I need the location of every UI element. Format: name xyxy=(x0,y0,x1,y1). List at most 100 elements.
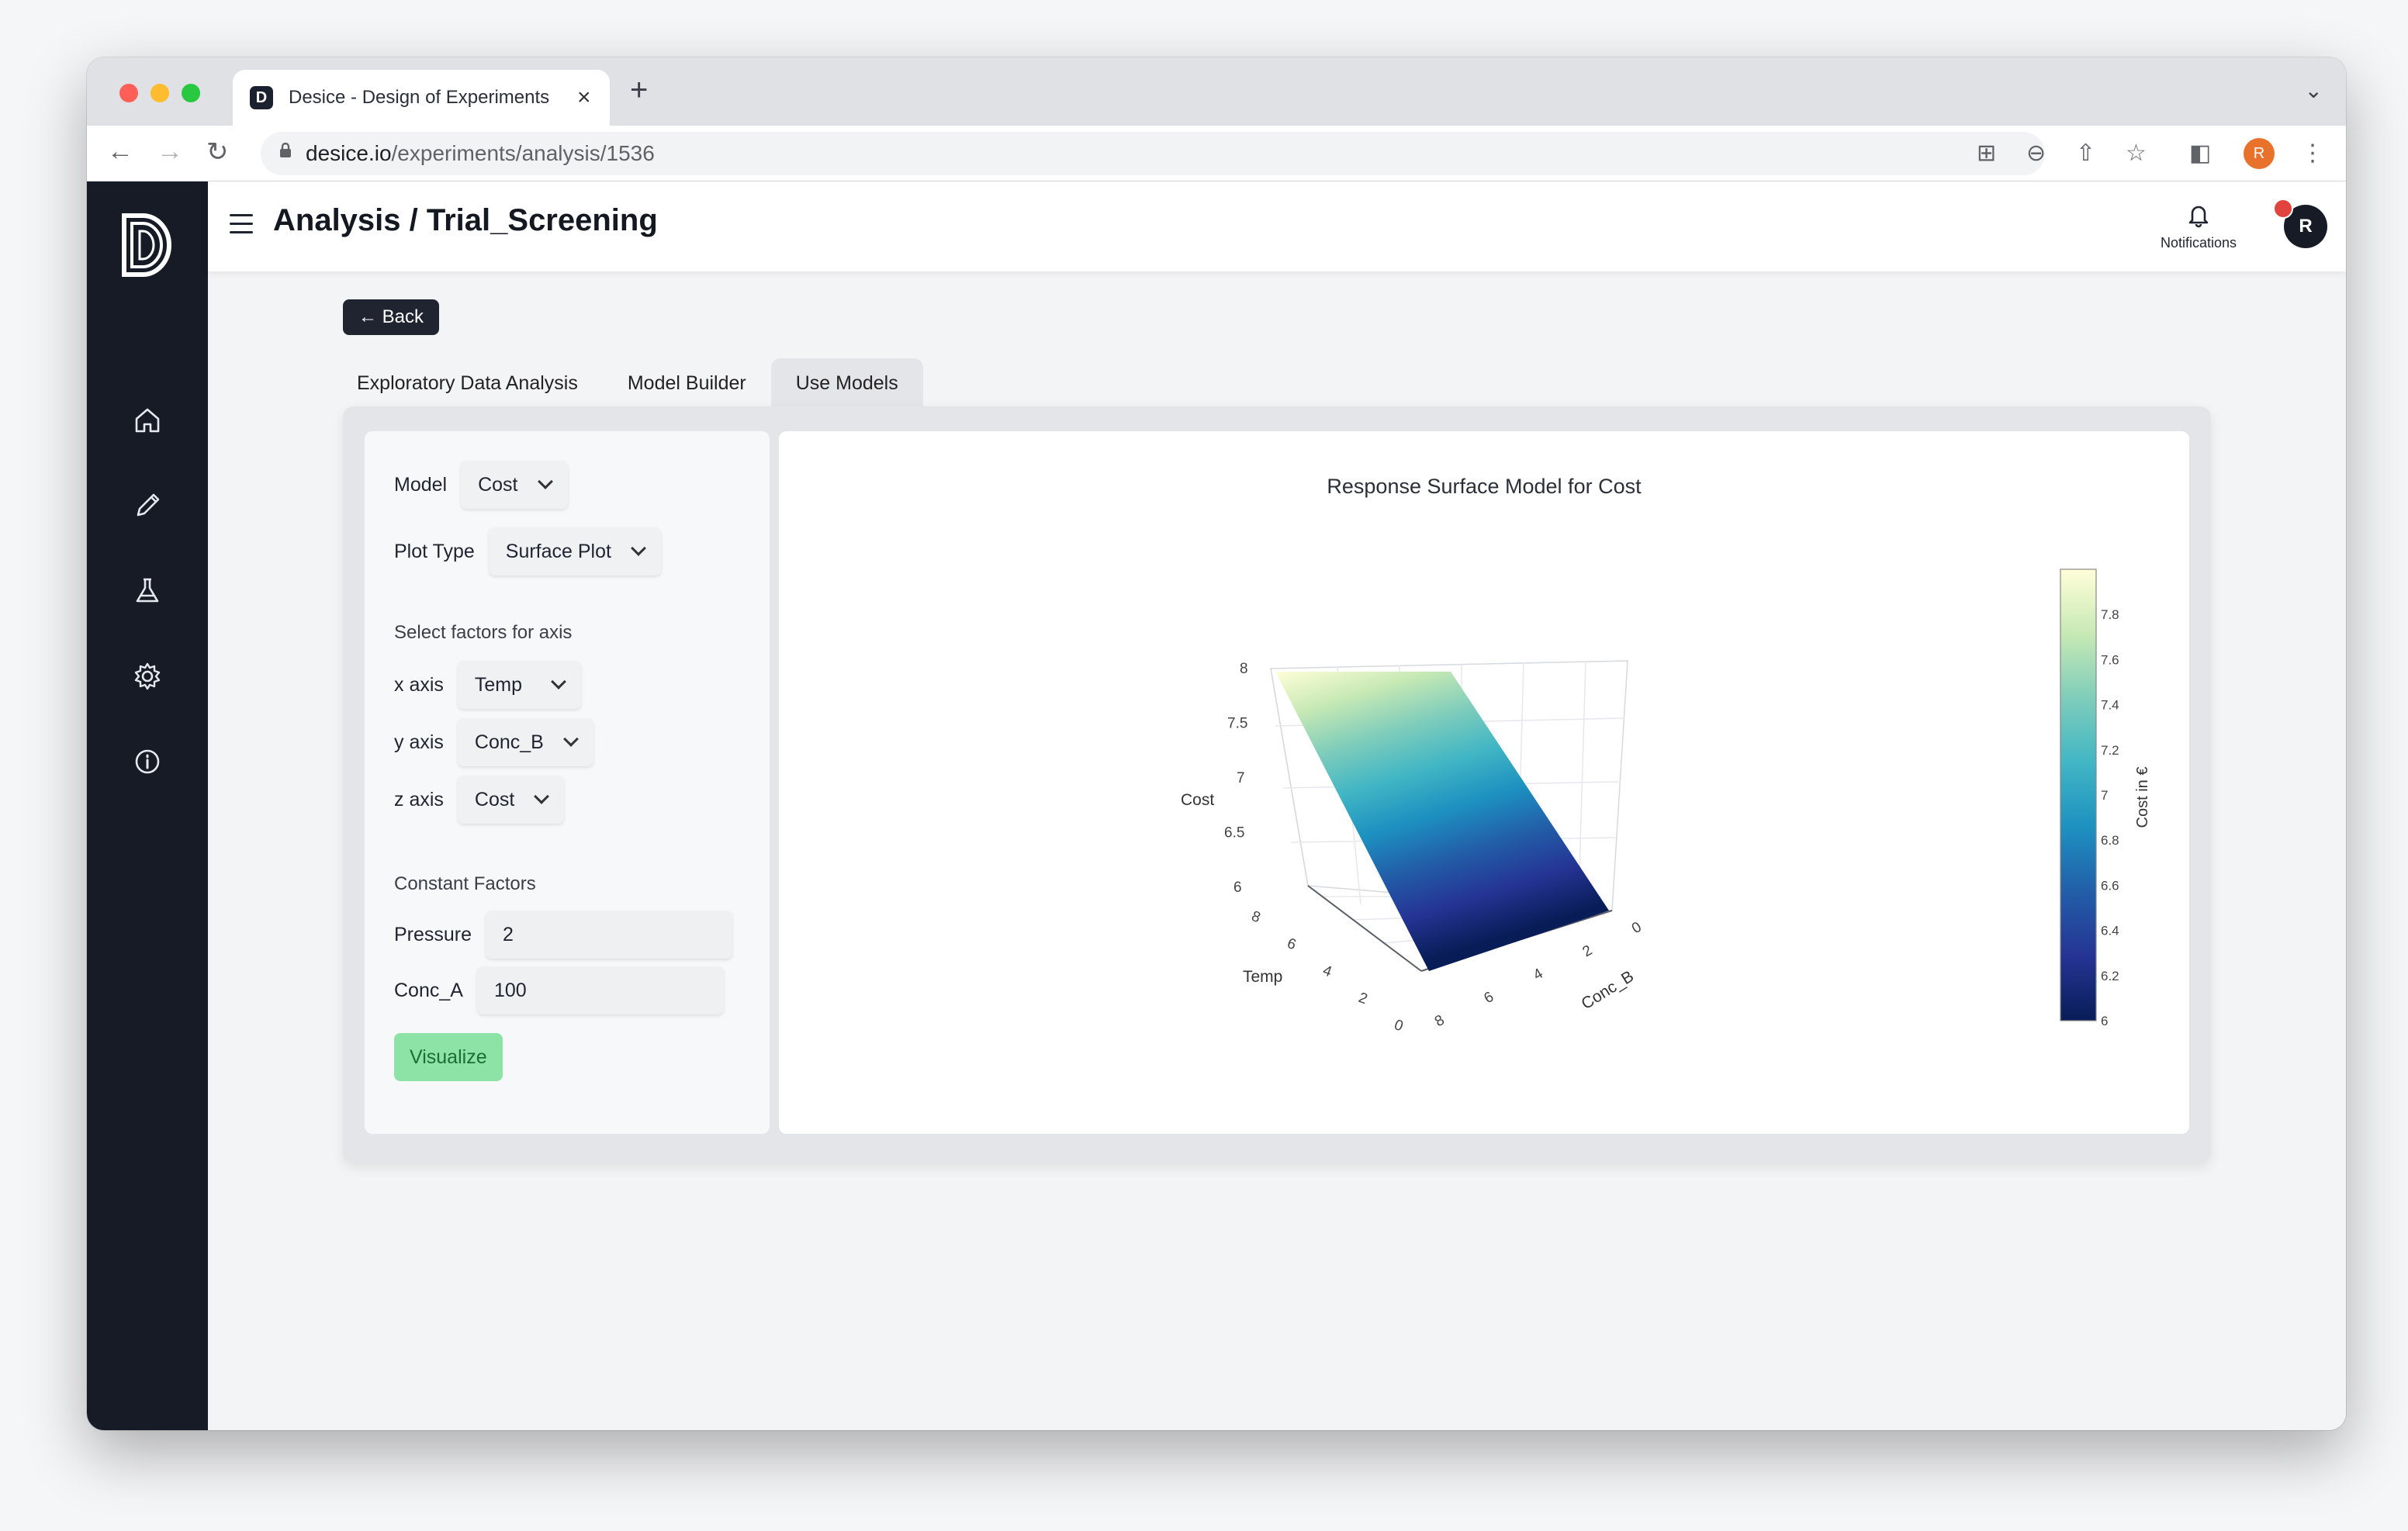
colorbar-tick-labels: 6 6.2 6.4 6.6 6.8 7 7.2 7.4 7.6 7.8 xyxy=(2101,607,2119,1028)
browser-tab-strip: D Desice - Design of Experiments × + ⌄ xyxy=(87,57,2346,126)
bookmark-star-icon[interactable]: ☆ xyxy=(2126,140,2147,167)
colorbar-tick-label: 6.2 xyxy=(2101,969,2119,983)
colorbar-tick-label: 6.8 xyxy=(2101,833,2119,848)
favicon-icon: D xyxy=(250,86,273,109)
constant-factors-label: Constant Factors xyxy=(394,873,536,894)
x-tick-label: 2 xyxy=(1356,990,1369,1007)
tab-use-models[interactable]: Use Models xyxy=(770,358,923,408)
surface-plot[interactable]: 66.577.580246802468 Cost Temp Conc_B 66.… xyxy=(779,431,2189,1134)
z-axis-select[interactable]: Cost xyxy=(457,776,565,824)
x-axis-label: x axis xyxy=(394,673,444,696)
z-axis-label: z axis xyxy=(394,788,444,810)
visualize-button[interactable]: Visualize xyxy=(394,1033,503,1081)
tab-search-chevron-icon[interactable]: ⌄ xyxy=(2305,78,2323,103)
plot-type-select-value: Surface Plot xyxy=(505,540,611,562)
sidebar xyxy=(87,181,208,1430)
browser-tab-title: Desice - Design of Experiments xyxy=(289,87,550,108)
colorbar-tick-label: 6.6 xyxy=(2101,878,2119,893)
x-tick-label: 8 xyxy=(1249,908,1262,926)
share-icon[interactable]: ⇧ xyxy=(2076,140,2095,167)
colorbar xyxy=(2060,569,2097,1021)
y-axis-label: y axis xyxy=(394,731,444,753)
plot-type-label: Plot Type xyxy=(394,540,475,562)
tab-model-builder[interactable]: Model Builder xyxy=(603,358,771,408)
chevron-down-icon xyxy=(551,674,566,689)
z-tick-label: 6.5 xyxy=(1224,825,1244,842)
colorbar-tick-label: 7.6 xyxy=(2101,652,2119,667)
tab-exploratory-data-analysis[interactable]: Exploratory Data Analysis xyxy=(332,358,603,408)
sidebar-panel-icon[interactable]: ◧ xyxy=(2189,140,2211,167)
chevron-down-icon xyxy=(534,789,550,804)
y-tick-label: 0 xyxy=(1629,919,1645,937)
page-title: Analysis / Trial_Screening xyxy=(273,203,658,237)
y-tick-label: 8 xyxy=(1432,1012,1448,1030)
app-area: Analysis / Trial_Screening Notifications… xyxy=(87,181,2346,1430)
y-tick-label: 6 xyxy=(1482,989,1497,1007)
new-tab-icon[interactable]: + xyxy=(630,73,648,108)
z-axis-select-value: Cost xyxy=(474,788,515,810)
use-models-panel: Model Cost Plot Type Surface Plot Select… xyxy=(343,406,2211,1163)
zoom-icon[interactable]: ⊖ xyxy=(2026,140,2046,167)
maximize-window-button[interactable] xyxy=(182,84,200,102)
lock-icon xyxy=(280,143,291,157)
chevron-down-icon xyxy=(537,474,553,489)
avatar-status-badge xyxy=(2273,199,2293,219)
x-axis-select[interactable]: Temp xyxy=(457,661,582,709)
colorbar-title: Cost in € xyxy=(2134,767,2151,828)
minimize-window-button[interactable] xyxy=(150,84,169,102)
pencil-icon[interactable] xyxy=(130,489,164,523)
desice-logo[interactable] xyxy=(119,213,175,278)
x-tick-label: 4 xyxy=(1320,962,1334,980)
gear-icon[interactable] xyxy=(130,659,164,693)
model-select-value: Cost xyxy=(478,473,518,496)
forward-arrow-icon[interactable]: → xyxy=(157,137,183,167)
home-icon[interactable] xyxy=(130,403,164,437)
colorbar-tick-label: 7.2 xyxy=(2101,743,2119,758)
main-content: Analysis / Trial_Screening Notifications… xyxy=(208,181,2346,1430)
app-header: Analysis / Trial_Screening Notifications… xyxy=(208,181,2346,271)
colorbar-tick-label: 7.4 xyxy=(2101,698,2119,713)
info-icon[interactable] xyxy=(130,745,164,779)
controls-panel: Model Cost Plot Type Surface Plot Select… xyxy=(365,431,770,1134)
url-path: /experiments/analysis/1536 xyxy=(391,141,655,165)
browser-profile-avatar[interactable]: R xyxy=(2244,138,2275,169)
response-surface xyxy=(1275,672,1609,971)
y-axis-title: Conc_B xyxy=(1578,967,1637,1013)
pressure-input[interactable]: 2 xyxy=(486,911,733,959)
y-axis-select[interactable]: Conc_B xyxy=(457,718,593,766)
back-arrow-icon[interactable]: ← xyxy=(107,137,133,167)
address-bar[interactable]: desice.io/experiments/analysis/1536 xyxy=(261,132,2045,175)
z-axis-title: Cost xyxy=(1181,791,1214,809)
browser-window: D Desice - Design of Experiments × + ⌄ ←… xyxy=(87,57,2346,1430)
x-axis-select-value: Temp xyxy=(474,673,523,696)
z-tick-label: 7.5 xyxy=(1227,716,1247,732)
axis-section-label: Select factors for axis xyxy=(394,622,573,643)
x-tick-label: 0 xyxy=(1392,1017,1405,1035)
flask-icon[interactable] xyxy=(130,574,164,608)
pressure-label: Pressure xyxy=(394,923,472,945)
close-tab-icon[interactable]: × xyxy=(577,85,591,111)
model-select[interactable]: Cost xyxy=(461,461,568,509)
reload-icon[interactable]: ↻ xyxy=(206,137,229,168)
conc-a-label: Conc_A xyxy=(394,979,463,1001)
plot-type-select[interactable]: Surface Plot xyxy=(488,527,661,575)
back-button[interactable]: ← Back xyxy=(343,299,440,335)
close-window-button[interactable] xyxy=(119,84,138,102)
browser-tab[interactable]: D Desice - Design of Experiments × xyxy=(233,70,610,126)
notifications-label: Notifications xyxy=(2160,235,2237,251)
z-tick-label: 6 xyxy=(1233,880,1242,896)
analysis-tabs: Exploratory Data Analysis Model Builder … xyxy=(332,358,923,408)
notifications-button[interactable]: Notifications xyxy=(2152,202,2245,251)
browser-menu-icon[interactable]: ⋮ xyxy=(2301,140,2324,167)
browser-toolbar: ← → ↻ desice.io/experiments/analysis/153… xyxy=(87,126,2346,181)
z-tick-label: 8 xyxy=(1240,661,1248,677)
hamburger-menu-icon[interactable] xyxy=(230,214,253,236)
x-axis-title: Temp xyxy=(1243,968,1282,986)
translate-icon[interactable]: ⊞ xyxy=(1977,140,1996,167)
colorbar-tick-label: 6 xyxy=(2101,1014,2108,1028)
conc-a-input[interactable]: 100 xyxy=(476,966,724,1014)
colorbar-tick-label: 6.4 xyxy=(2101,924,2119,938)
chevron-down-icon xyxy=(562,731,579,747)
y-tick-label: 2 xyxy=(1580,942,1596,960)
model-label: Model xyxy=(394,473,448,496)
